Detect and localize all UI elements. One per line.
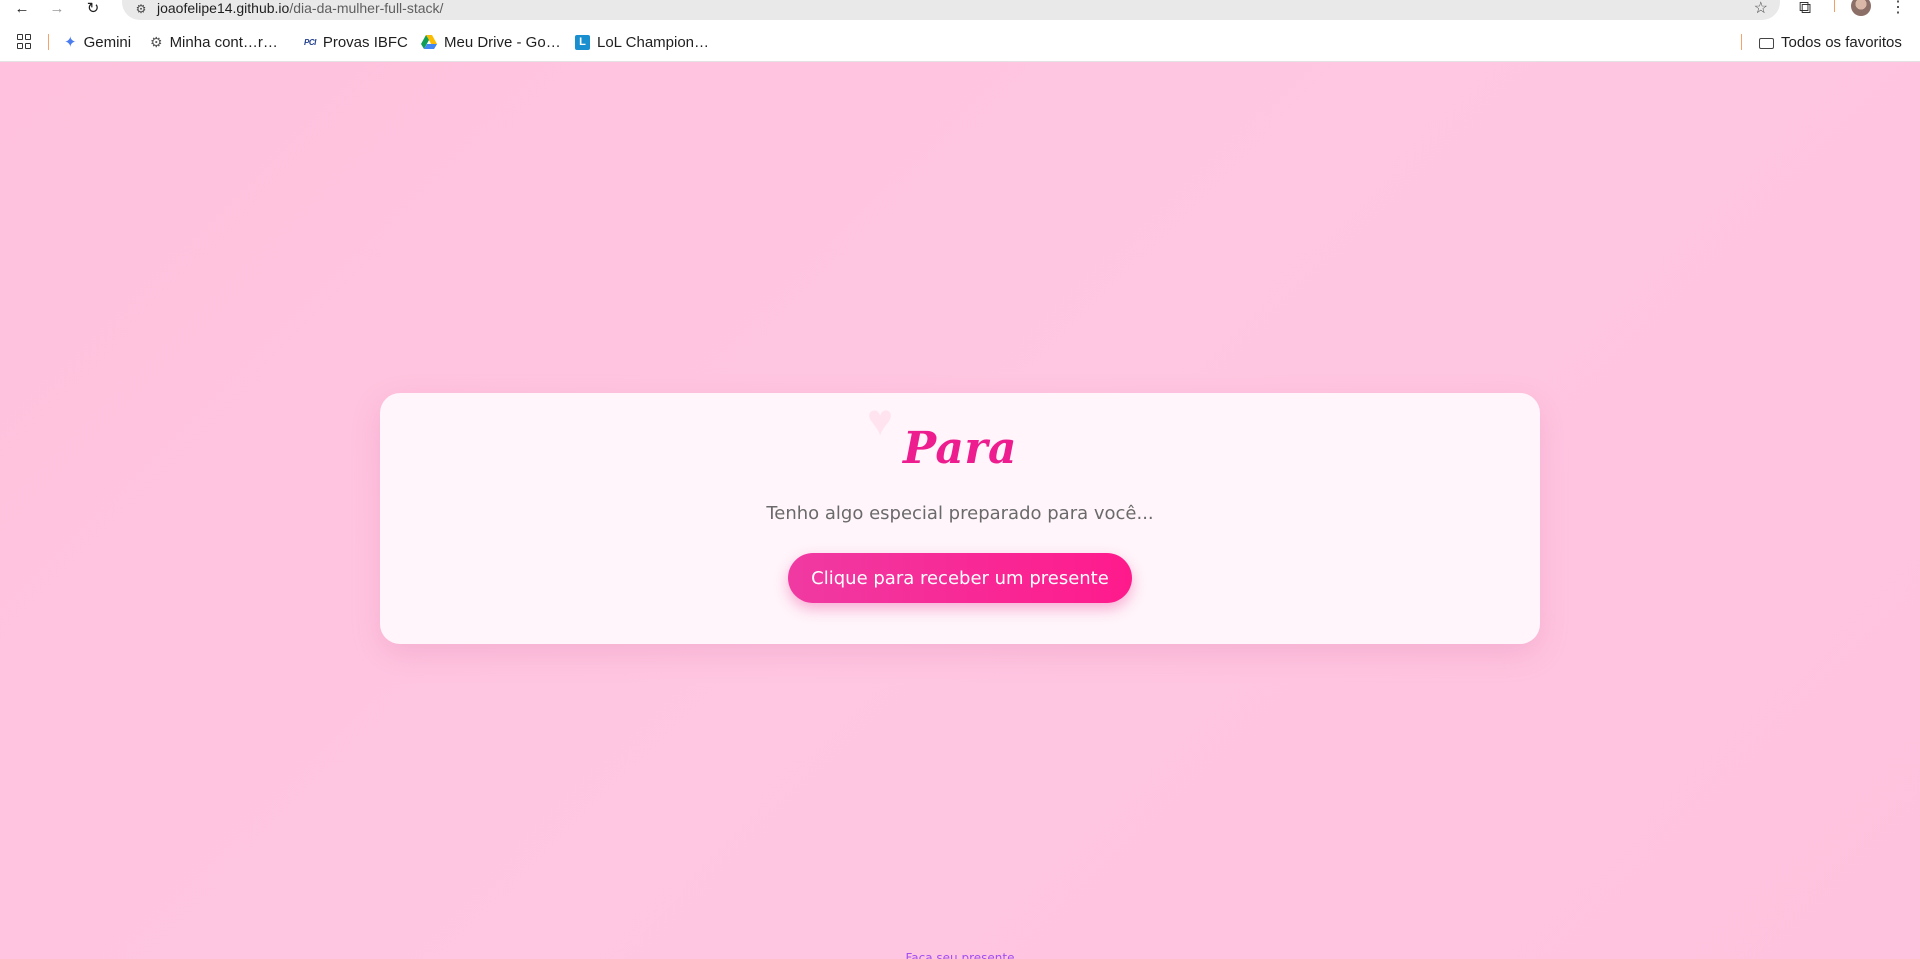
reload-button[interactable]: ↻	[82, 0, 104, 17]
pci-icon: PCI	[304, 37, 316, 47]
url-text[interactable]: joaofelipe14.github.io/dia-da-mulher-ful…	[157, 0, 443, 17]
lol-icon: L	[575, 34, 590, 50]
bookmark-lol-champion[interactable]: L LoL Champion…	[575, 32, 709, 52]
bookmarks-bar: ✦ Gemini ⚙ Minha cont…r… PCI Provas IBFC…	[0, 22, 1920, 62]
receive-gift-button[interactable]: Clique para receber um presente	[788, 553, 1132, 603]
bookmark-label: Gemini	[83, 33, 132, 51]
reload-icon: ↻	[86, 0, 100, 17]
page-background: ♥ Para Tenho algo especial preparado par…	[0, 62, 1920, 959]
browser-toolbar: ← → ↻ ⚙ joaofelipe14.github.io/dia-da-mu…	[0, 0, 1920, 22]
apps-grid-icon[interactable]	[17, 34, 33, 50]
bookmarks-divider	[48, 34, 49, 50]
make-your-gift-link[interactable]: Faça seu presente	[0, 951, 1920, 959]
address-bar[interactable]: ⚙ joaofelipe14.github.io/dia-da-mulher-f…	[122, 0, 1780, 20]
forward-button[interactable]: →	[46, 0, 68, 17]
folder-icon	[1759, 37, 1774, 49]
browser-menu-icon[interactable]: ⋮	[1890, 0, 1906, 17]
bookmark-label: Provas IBFC	[322, 33, 408, 51]
all-bookmarks-label: Todos os favoritos	[1781, 33, 1902, 51]
card-subtitle: Tenho algo especial preparado para você.…	[766, 503, 1154, 524]
bookmark-star-icon[interactable]: ☆	[1754, 0, 1768, 18]
card-title: Para	[902, 423, 1018, 474]
forward-arrow-icon: →	[49, 0, 65, 17]
back-button[interactable]: ←	[11, 0, 33, 17]
url-path: /dia-da-mulher-full-stack/	[289, 0, 444, 16]
gear-icon: ⚙	[150, 33, 163, 50]
bookmarks-divider	[1741, 34, 1742, 50]
gemini-icon: ✦	[64, 34, 77, 51]
bookmark-gemini[interactable]: ✦ Gemini	[64, 32, 131, 52]
extensions-icon[interactable]: ⧉	[1799, 0, 1811, 18]
bookmark-label: LoL Champion…	[597, 33, 710, 51]
bookmark-minha-conta[interactable]: ⚙ Minha cont…r…	[150, 32, 278, 52]
site-info-icon[interactable]: ⚙	[132, 2, 150, 16]
bookmark-meu-drive[interactable]: Meu Drive - Go…	[421, 32, 561, 52]
bookmark-provas-ibfc[interactable]: PCI Provas IBFC	[304, 32, 408, 52]
url-host: joaofelipe14.github.io	[157, 0, 290, 16]
gift-card: ♥ Para Tenho algo especial preparado par…	[380, 393, 1540, 644]
bookmark-label: Minha cont…r…	[169, 33, 278, 51]
bookmark-label: Meu Drive - Go…	[444, 33, 561, 51]
all-bookmarks-folder[interactable]: Todos os favoritos	[1759, 32, 1902, 52]
toolbar-divider	[1834, 0, 1835, 12]
profile-avatar[interactable]	[1851, 0, 1871, 16]
back-arrow-icon: ←	[14, 0, 30, 17]
google-drive-icon	[421, 35, 437, 49]
